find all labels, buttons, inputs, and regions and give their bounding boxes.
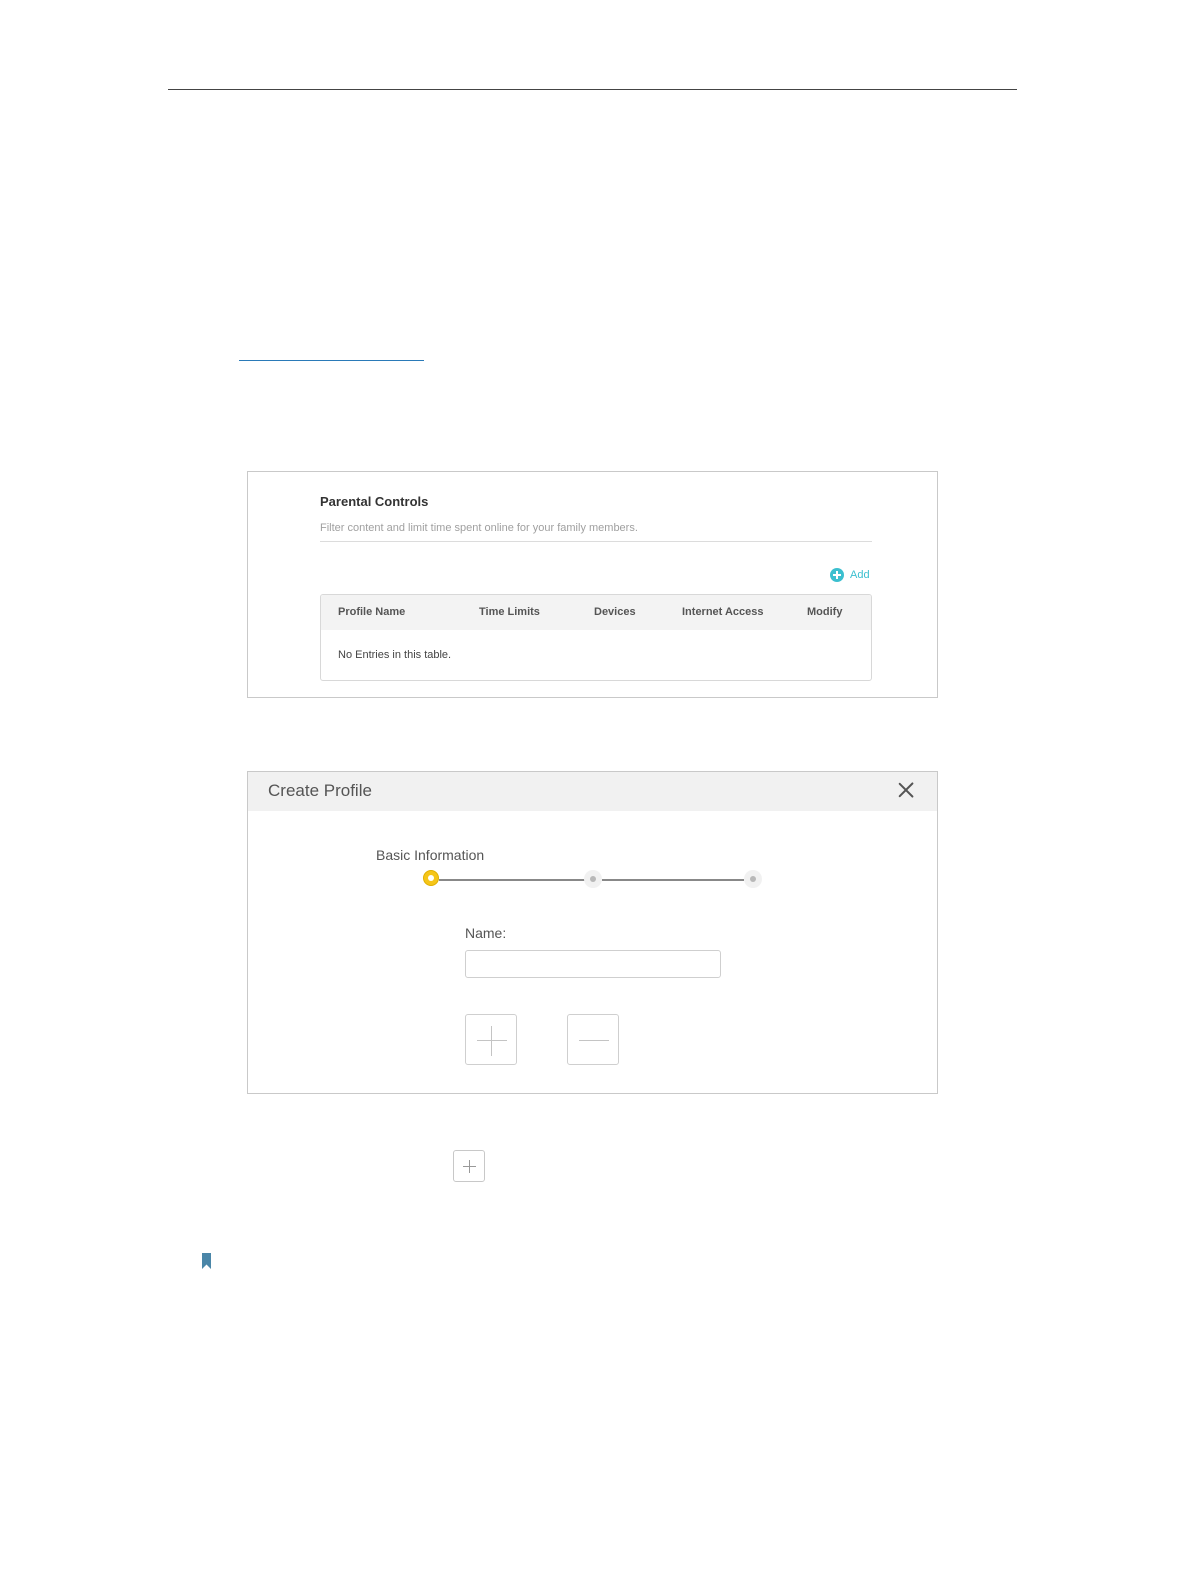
step-indicator-active [423, 870, 439, 886]
name-label: Name: [465, 925, 507, 941]
add-device-button[interactable] [465, 1014, 517, 1065]
add-label: Add [850, 569, 870, 581]
page-subtitle: Filter content and limit time spent onli… [320, 522, 638, 534]
profiles-table: Profile Name Time Limits Devices Interne… [320, 594, 872, 681]
divider [320, 541, 872, 542]
add-button[interactable]: Add [830, 568, 870, 582]
column-modify: Modify [807, 606, 843, 618]
dialog-header: Create Profile [248, 772, 937, 811]
column-devices: Devices [594, 606, 636, 618]
step-connector [602, 879, 744, 881]
page-title: Parental Controls [320, 494, 429, 509]
parental-controls-panel: Parental Controls Filter content and lim… [247, 471, 938, 698]
close-icon[interactable] [897, 781, 915, 799]
step-indicator [744, 870, 762, 888]
column-profile-name: Profile Name [338, 606, 406, 618]
remove-device-button[interactable] [567, 1014, 619, 1065]
table-header: Profile Name Time Limits Devices Interne… [321, 595, 871, 630]
step-connector [439, 879, 586, 881]
bookmark-icon [202, 1253, 211, 1269]
step-indicator [584, 870, 602, 888]
name-input[interactable] [465, 950, 721, 978]
dialog-title: Create Profile [268, 781, 372, 800]
table-empty-message: No Entries in this table. [338, 649, 452, 661]
header-rule [168, 89, 1017, 90]
create-profile-dialog: Create Profile Basic Information Name: [247, 771, 938, 1094]
plus-icon [466, 1015, 516, 1064]
column-time-limits: Time Limits [479, 606, 540, 618]
inline-plus-button [453, 1150, 485, 1182]
column-internet-access: Internet Access [682, 606, 764, 618]
plus-circle-icon [830, 568, 844, 582]
minus-icon [568, 1015, 618, 1064]
step-label: Basic Information [376, 847, 485, 863]
link-underline[interactable] [239, 360, 424, 361]
